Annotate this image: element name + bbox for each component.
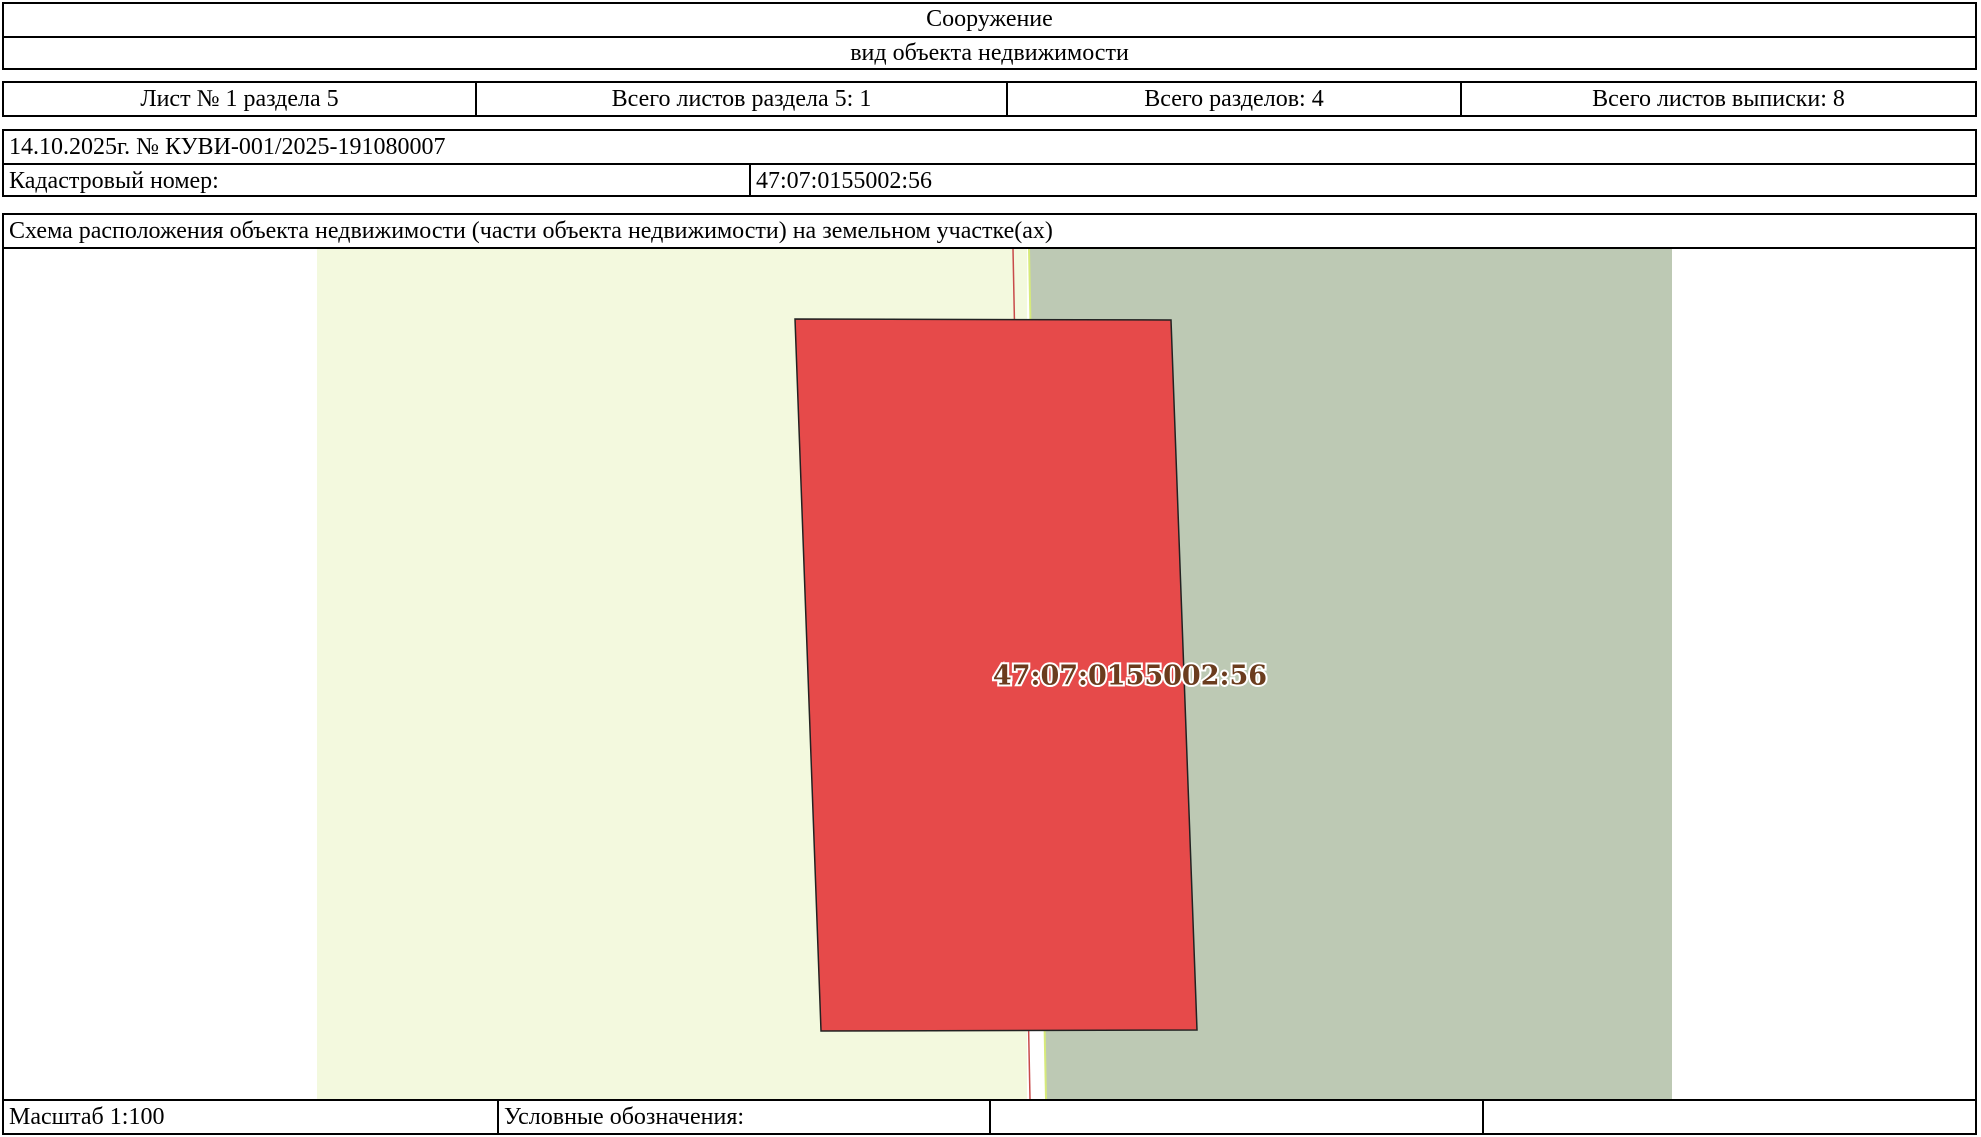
cadastral-value: 47:07:0155002:56 [749,165,1975,195]
scheme-title-row: Схема расположения объекта недвижимости … [4,215,1975,247]
scheme-map-svg: 47:07:0155002:56 [317,249,1672,1099]
cadastral-row: Кадастровый номер: 47:07:0155002:56 [4,163,1975,195]
scheme-map: 47:07:0155002:56 [4,247,1975,1099]
date-number: 14.10.2025г. № КУВИ-001/2025-191080007 [9,134,446,160]
total-sheets-extract: Всего листов выписки: 8 [1460,83,1975,115]
sheets-row: Лист № 1 раздела 5 Всего листов раздела … [4,83,1975,115]
object-type-header: Сооружение вид объекта недвижимости [2,2,1977,70]
legend-item-1 [989,1101,1482,1133]
legend-item-2 [1482,1101,1975,1133]
location-scheme: Схема расположения объекта недвижимости … [2,213,1977,1135]
sheet-number: Лист № 1 раздела 5 [140,86,339,112]
scheme-footer: Масштаб 1:100 Условные обозначения: [4,1099,1975,1133]
legend-label: Условные обозначения: [497,1101,989,1133]
object-kind-caption: вид объекта недвижимости [850,40,1129,66]
extract-info: 14.10.2025г. № КУВИ-001/2025-191080007 К… [2,129,1977,197]
total-sections: Всего разделов: 4 [1006,83,1460,115]
date-number-row: 14.10.2025г. № КУВИ-001/2025-191080007 [4,131,1975,163]
scale: Масштаб 1:100 [9,1104,165,1130]
sheets-info: Лист № 1 раздела 5 Всего листов раздела … [2,81,1977,117]
object-kind-row: вид объекта недвижимости [4,36,1975,68]
object-cadastral-label: 47:07:0155002:56 [993,661,1267,692]
object-type-row: Сооружение [4,4,1975,36]
scheme-title: Схема расположения объекта недвижимости … [9,218,1053,244]
cadastral-label: Кадастровый номер: [9,168,219,194]
total-sheets-section: Всего листов раздела 5: 1 [475,83,1006,115]
object-type: Сооружение [926,6,1053,32]
